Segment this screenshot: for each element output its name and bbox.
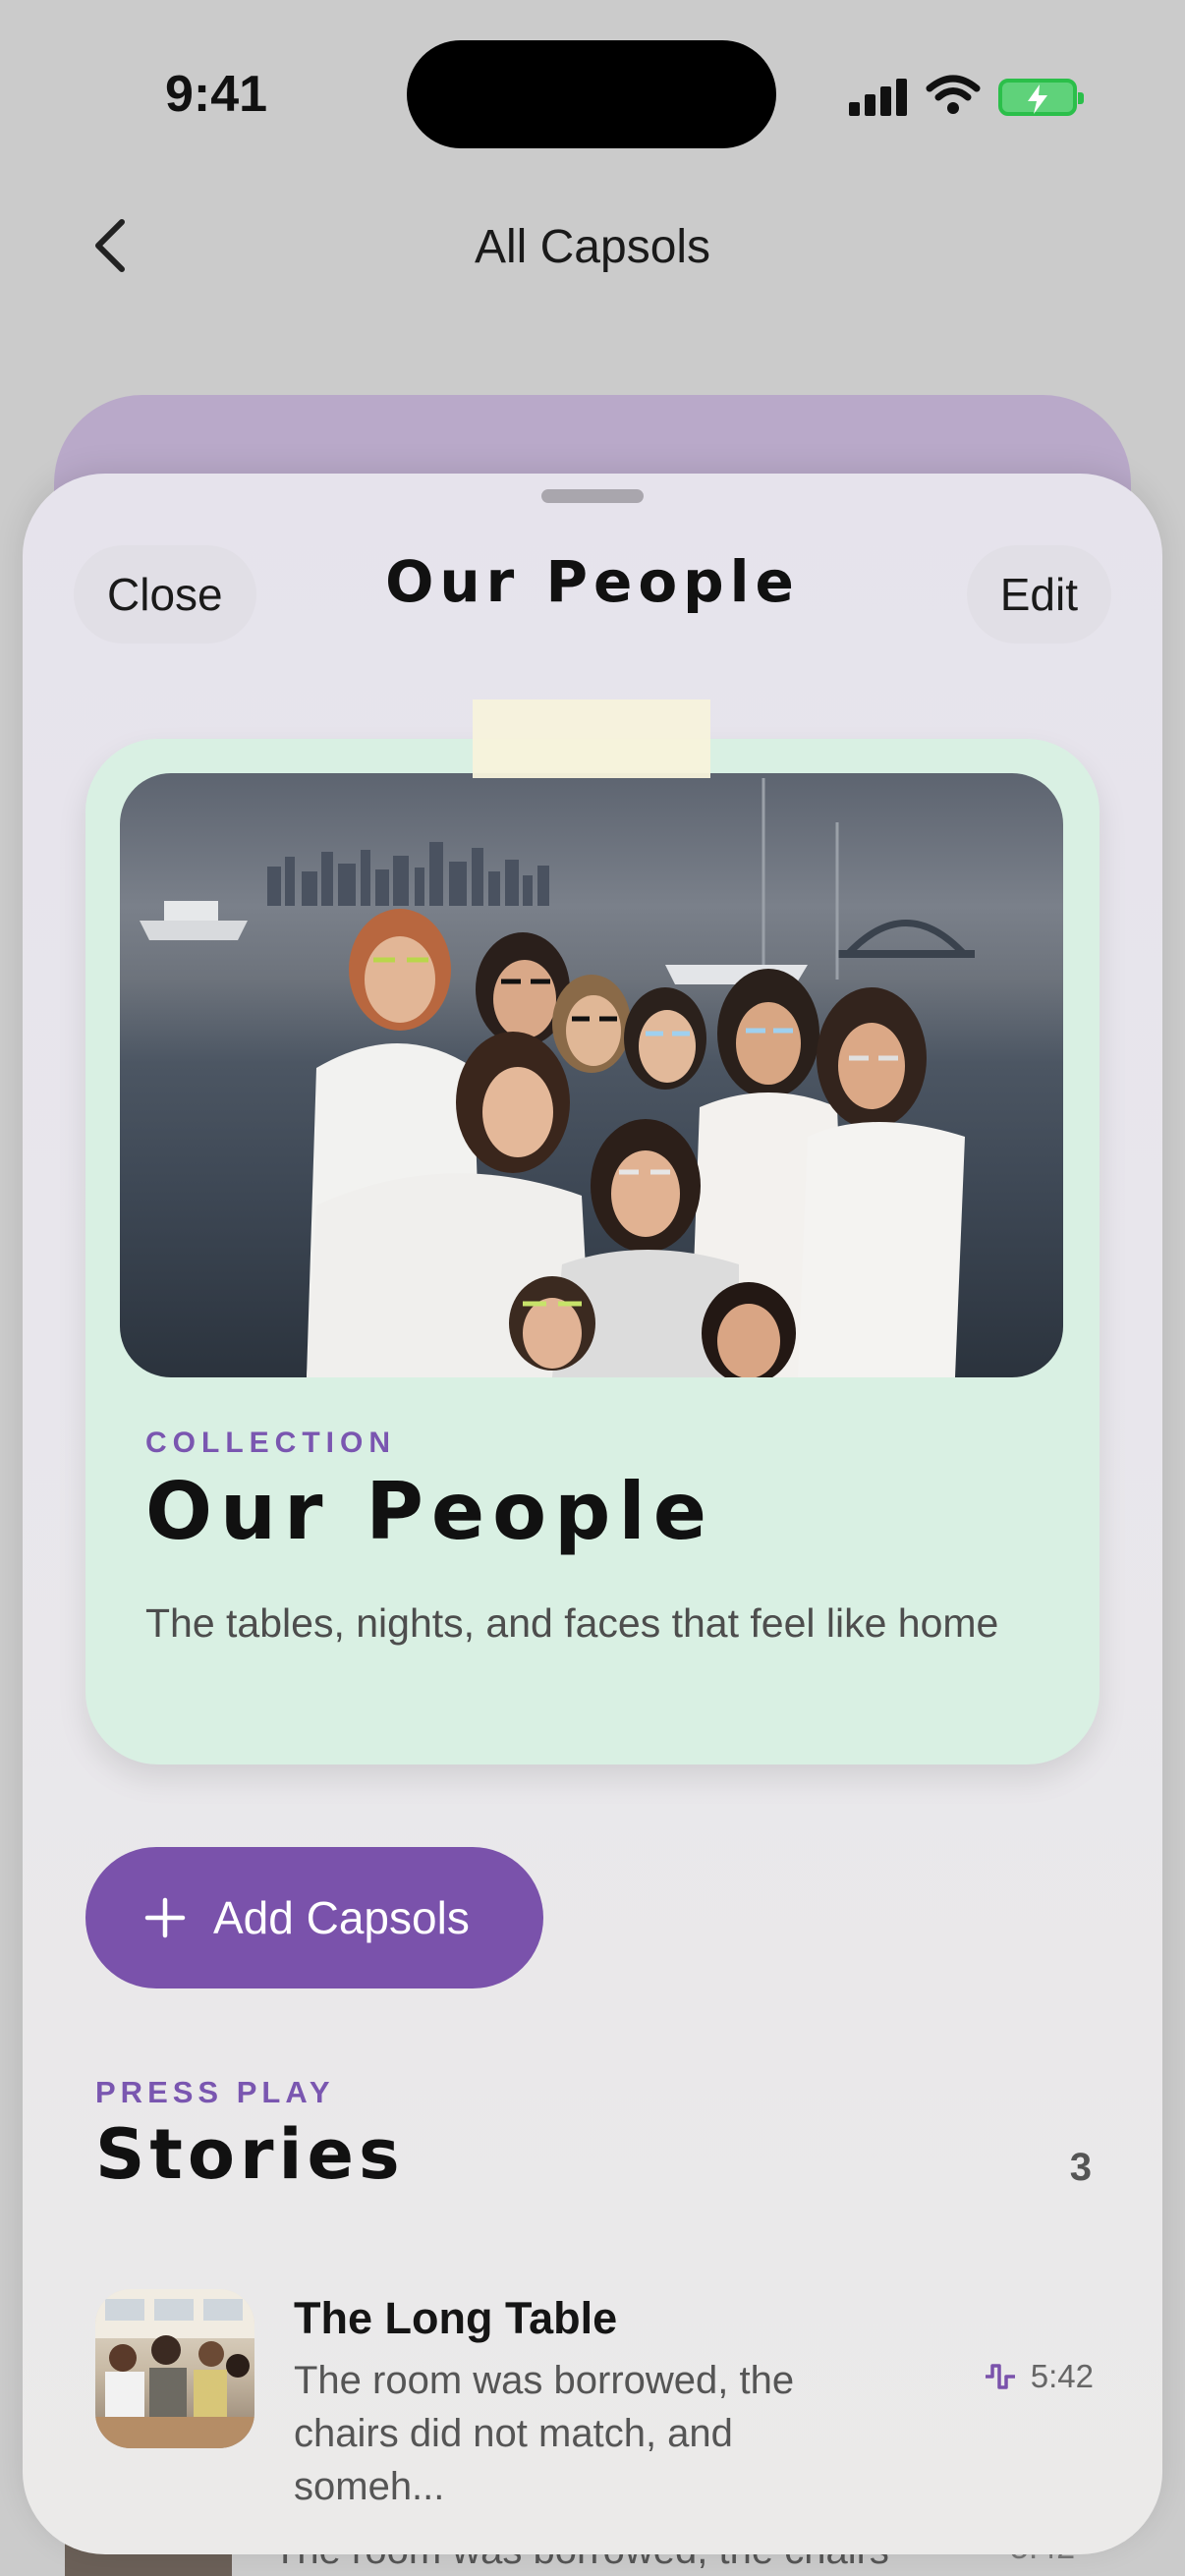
add-capsols-button[interactable]: Add Capsols [85,1847,543,1988]
battery-icon [998,79,1084,116]
story-title: The Long Table [294,2293,618,2343]
plus-icon [144,1897,186,1938]
collection-card: COLLECTION Our People The tables, nights… [85,739,1100,1764]
stories-count: 3 [1069,2146,1092,2189]
story-row[interactable]: The Long Table The room was borrowed, th… [95,2289,1094,2508]
waveform-icon [985,2364,1015,2389]
collection-label: COLLECTION [145,1427,396,1459]
add-capsols-label: Add Capsols [213,1892,470,1943]
collection-description: The tables, nights, and faces that feel … [145,1600,999,1646]
dynamic-island [407,40,776,148]
story-description: The room was borrowed, the chairs did no… [294,2359,795,2508]
stories-title: Stories [95,2114,405,2195]
story-meta: 5:42 [984,2358,1094,2395]
tape-decoration [473,700,710,778]
story-thumbnail [95,2289,254,2448]
collection-sheet: Close Our People Edit COLLECTION Our Peo… [23,474,1162,2554]
story-duration: 5:42 [1030,2358,1094,2394]
sheet-grabber[interactable] [541,489,644,503]
collection-title: Our People [145,1466,715,1557]
signal-icon [849,77,908,116]
stories-eyebrow: PRESS PLAY [95,2075,335,2109]
collection-photo[interactable] [120,773,1063,1377]
edit-button[interactable]: Edit [966,545,1111,644]
nav-title: All Capsols [474,221,711,273]
group-photo-illustration [140,778,975,1377]
status-time: 9:41 [165,66,268,123]
wifi-icon [926,75,981,114]
